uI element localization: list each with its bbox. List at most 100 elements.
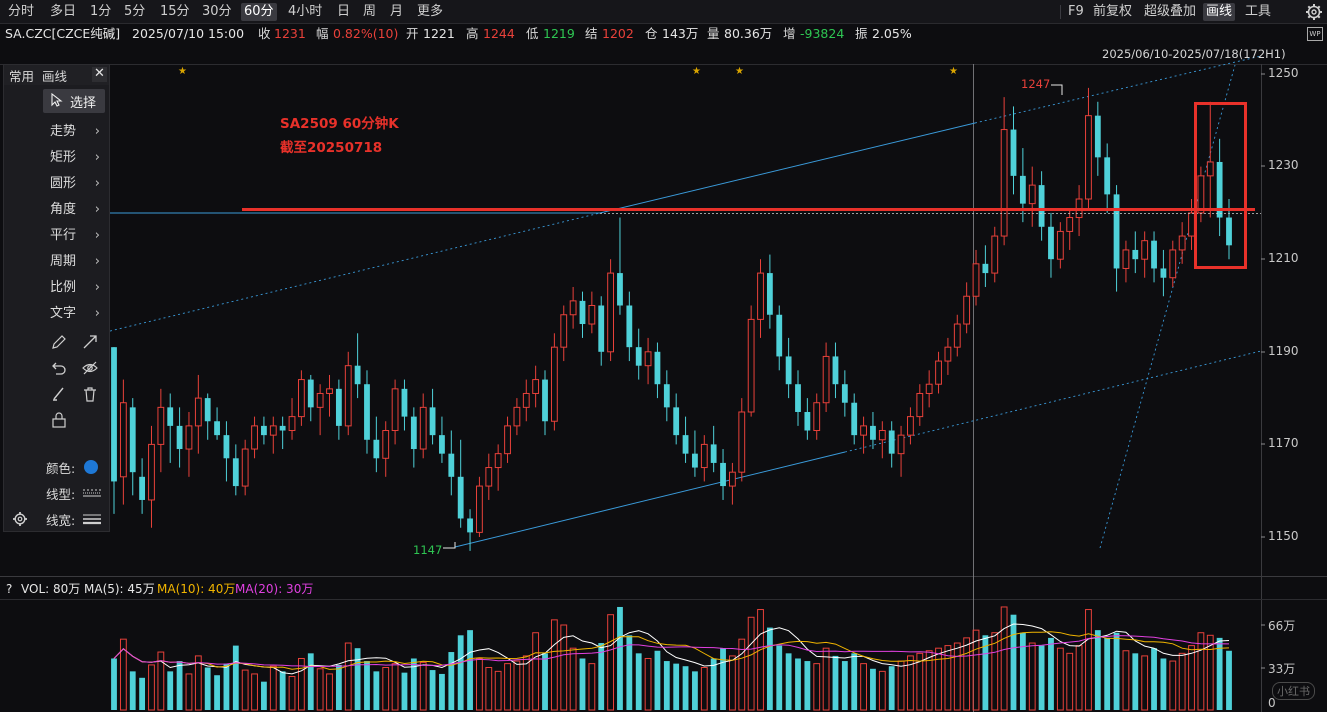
high-label: 高 — [466, 26, 479, 41]
period-tab-4hour[interactable]: 4小时 — [285, 3, 325, 21]
tab-draw[interactable]: 画线 — [42, 66, 67, 85]
event-star-icon[interactable]: ★ — [692, 66, 701, 77]
tool-text[interactable]: 文字 › — [50, 303, 108, 325]
line-width-label: 线宽: — [46, 513, 76, 528]
period-tab-30min[interactable]: 30分 — [199, 3, 235, 21]
swing-label: 振 — [855, 26, 868, 41]
candle-body — [504, 425, 511, 455]
adjust-price-button[interactable]: 前复权 — [1090, 3, 1135, 21]
tool-angle-label: 角度 — [50, 202, 77, 217]
candle-body — [851, 402, 858, 436]
tool-ratio[interactable]: 比例 › — [50, 277, 108, 299]
candle-body — [251, 425, 258, 450]
period-tab-timeshare[interactable]: 分时 — [5, 3, 37, 21]
event-star-icon[interactable]: ★ — [735, 66, 744, 77]
candle-body — [1048, 226, 1054, 260]
wp-icon[interactable]: WP — [1307, 27, 1323, 41]
tool-cycle[interactable]: 周期 › — [50, 251, 108, 273]
candle-body — [832, 356, 839, 385]
color-label: 颜色: — [46, 461, 76, 476]
period-tab-1min[interactable]: 1分 — [87, 3, 114, 21]
event-star-icon[interactable]: ★ — [178, 66, 187, 77]
period-tab-multiday[interactable]: 多日 — [47, 3, 79, 21]
close-icon[interactable]: ✕ — [92, 67, 107, 82]
candle-body — [813, 402, 821, 432]
period-tab-60min[interactable]: 60分 — [241, 3, 277, 21]
volume-bar — [354, 648, 361, 710]
draw-line-button[interactable]: 画线 — [1203, 3, 1236, 21]
candle-body — [682, 435, 689, 454]
swing-value: 2.05% — [872, 26, 912, 41]
period-tab-15min[interactable]: 15分 — [157, 3, 193, 21]
candle-body — [1056, 230, 1064, 260]
volume-ma10-line — [113, 631, 1230, 670]
volume-bar — [579, 658, 586, 710]
candle-body — [982, 263, 989, 274]
volume-bar — [897, 660, 905, 711]
indicator-help-icon[interactable]: ? — [6, 579, 12, 599]
toolbar-settings-icon[interactable] — [12, 511, 28, 527]
tool-angle[interactable]: 角度 › — [50, 199, 108, 221]
volume-ma5-line — [113, 623, 1230, 675]
tool-parallel[interactable]: 平行 › — [50, 225, 108, 247]
drawn-channel-lower-line[interactable] — [454, 451, 846, 548]
volume-bar — [391, 663, 399, 711]
drawn-channel-upper-line[interactable] — [599, 122, 976, 214]
candle-body — [522, 392, 530, 408]
undo-icon[interactable] — [50, 359, 68, 377]
brush-icon[interactable] — [50, 385, 68, 403]
candle-body — [972, 263, 980, 297]
lock-icon[interactable] — [50, 411, 68, 429]
high-mark-label: 1247 — [1021, 77, 1051, 91]
arrow-line-icon[interactable] — [81, 333, 99, 351]
period-tab-month[interactable]: 月 — [387, 3, 406, 21]
candle-body — [176, 425, 183, 450]
candle-body — [1141, 240, 1149, 260]
candle-body — [700, 443, 708, 469]
volume-bar — [307, 653, 314, 710]
tool-trend[interactable]: 走势 › — [50, 121, 108, 143]
trash-icon[interactable] — [81, 385, 99, 403]
tool-rectangle[interactable]: 矩形 › — [50, 147, 108, 169]
period-tab-more[interactable]: 更多 — [414, 3, 446, 21]
candle-body — [785, 356, 792, 385]
f9-button[interactable]: F9 — [1065, 3, 1087, 21]
color-swatch[interactable] — [84, 460, 98, 474]
volume-bar — [1056, 647, 1064, 711]
line-type-icon[interactable] — [81, 487, 103, 499]
period-tab-5min[interactable]: 5分 — [121, 3, 148, 21]
price-tick: 1250 — [1268, 66, 1299, 80]
candle-body — [626, 305, 633, 348]
volume-bar — [419, 661, 427, 711]
candle-body — [550, 346, 558, 422]
volume-bar — [635, 653, 642, 710]
tab-common[interactable]: 常用 — [9, 66, 34, 85]
period-tab-week[interactable]: 周 — [360, 3, 379, 21]
line-width-icon[interactable] — [81, 513, 103, 525]
settings-gear-icon[interactable] — [1305, 3, 1323, 21]
select-tool-button[interactable]: 选择 — [43, 89, 105, 113]
low-marker-arrow — [443, 542, 456, 549]
hide-eye-icon[interactable] — [81, 359, 99, 377]
chevron-right-icon: › — [94, 176, 100, 191]
candle-body — [925, 383, 933, 394]
drawn-steep-trendline[interactable] — [1099, 64, 1236, 549]
candle-body — [607, 272, 615, 353]
period-tab-day[interactable]: 日 — [334, 3, 353, 21]
candle-body — [692, 453, 698, 468]
candle-body — [663, 384, 670, 408]
pencil-icon[interactable] — [50, 333, 68, 351]
candle-body — [963, 295, 971, 325]
volume-ma-lines — [113, 623, 1230, 675]
candle-body — [1178, 235, 1186, 251]
tools-button[interactable]: 工具 — [1242, 3, 1274, 21]
volume-bar — [1075, 645, 1083, 711]
candle-body — [1000, 129, 1008, 237]
quote-info-line: SA.CZC[CZCE纯碱] 2025/07/10 15:00 收 1231 幅… — [0, 24, 1327, 44]
kline-chart[interactable]: ★ ★ ★ ★ — [0, 44, 1327, 712]
volume-bar — [204, 667, 211, 710]
candle-body — [364, 384, 370, 440]
event-star-icon[interactable]: ★ — [949, 66, 958, 77]
overlay-button[interactable]: 超级叠加 — [1141, 3, 1199, 21]
tool-circle[interactable]: 圆形 › — [50, 173, 108, 195]
